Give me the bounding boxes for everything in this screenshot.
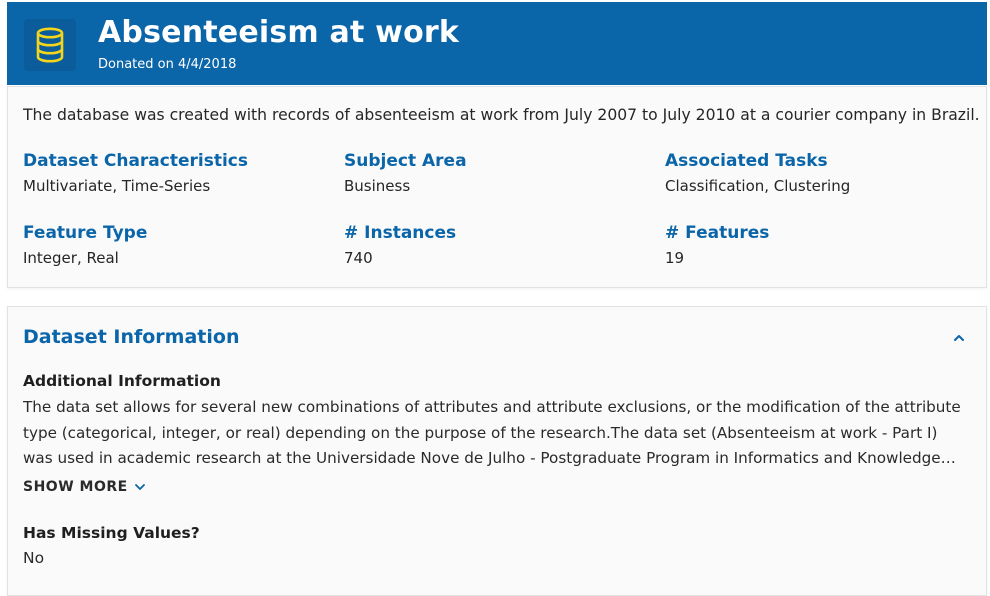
stat-associated-tasks: Associated Tasks Classification, Cluster…: [665, 151, 850, 195]
stat-label: Subject Area: [344, 151, 467, 171]
stat-value: Multivariate, Time-Series: [23, 177, 211, 195]
stat-value: 740: [344, 249, 373, 267]
stat-label: Feature Type: [23, 223, 148, 243]
stat-instances: # Instances 740: [344, 223, 456, 267]
donated-date: Donated on 4/4/2018: [98, 57, 237, 72]
stat-feature-type: Feature Type Integer, Real: [23, 223, 147, 267]
dataset-information-card: Dataset Information Additional Informati…: [7, 306, 987, 596]
dataset-header: Absenteeism at work Donated on 4/4/2018: [7, 2, 987, 85]
summary-card: The database was created with records of…: [7, 86, 987, 288]
chevron-up-icon[interactable]: [952, 331, 966, 345]
show-more-label: SHOW MORE: [23, 479, 128, 495]
paragraph-line: type (categorical, integer, or real) dep…: [23, 423, 938, 442]
stat-value: Classification, Clustering: [665, 177, 851, 195]
stat-label: # Instances: [344, 223, 457, 243]
database-icon: [24, 19, 76, 71]
dataset-description: The database was created with records of…: [23, 106, 980, 124]
missing-values-heading: Has Missing Values?: [23, 524, 200, 542]
stat-subject-area: Subject Area Business: [344, 151, 467, 195]
paragraph-line: The data set allows for several new comb…: [23, 398, 961, 416]
stat-value: 19: [665, 249, 685, 267]
chevron-down-icon: [134, 484, 145, 490]
stat-value: Business: [344, 177, 411, 195]
additional-information-text: The data set allows for several new comb…: [23, 395, 971, 472]
stat-value: Integer, Real: [23, 249, 119, 267]
paragraph-line: was used in academic research at the Uni…: [23, 449, 956, 467]
stat-label: # Features: [665, 223, 770, 243]
stat-features: # Features 19: [665, 223, 769, 267]
section-title: Dataset Information: [23, 326, 240, 348]
missing-values-value: No: [23, 549, 45, 567]
show-more-button[interactable]: SHOW MORE: [23, 479, 146, 495]
stat-label: Dataset Characteristics: [23, 151, 248, 171]
stat-label: Associated Tasks: [665, 151, 828, 171]
stat-dataset-characteristics: Dataset Characteristics Multivariate, Ti…: [23, 151, 248, 195]
page-title: Absenteeism at work: [98, 15, 460, 50]
additional-information-heading: Additional Information: [23, 372, 221, 390]
